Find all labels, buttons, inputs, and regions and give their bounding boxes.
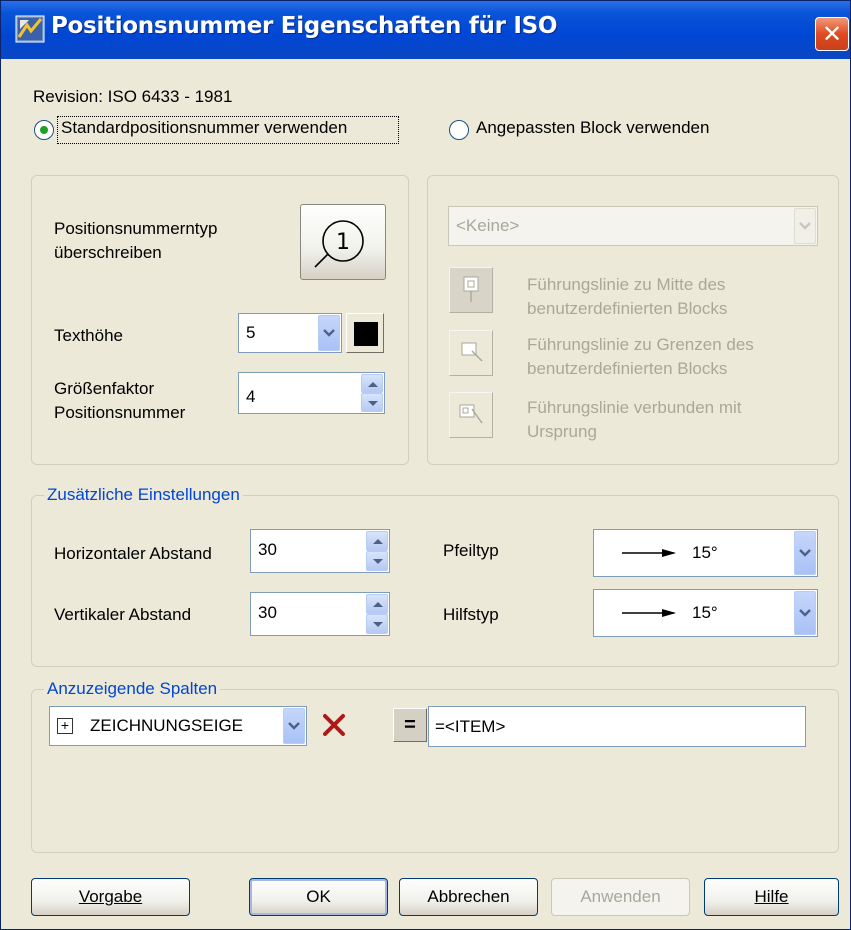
columns-legend: Anzuzeigende Spalten: [44, 679, 221, 699]
radio-custom-label[interactable]: Angepassten Block verwenden: [476, 118, 709, 138]
leader-bounds-icon: [461, 342, 483, 362]
leader-origin-button[interactable]: [449, 392, 493, 438]
spin-down-icon[interactable]: [366, 551, 388, 571]
ok-button[interactable]: OK: [249, 878, 388, 916]
scale-factor-value: 4: [246, 387, 256, 406]
horizontal-spacing-value: 30: [258, 540, 277, 559]
text-height-label: Texthöhe: [54, 326, 123, 345]
property-select[interactable]: + ZEICHNUNGSEIGE: [49, 706, 307, 746]
default-button[interactable]: Vorgabe: [31, 878, 190, 916]
app-icon: [15, 15, 45, 43]
scale-factor-label-line2: Positionsnummer: [54, 403, 186, 422]
window-title: Positionsnummer Eigenschaften für ISO: [51, 13, 558, 39]
chevron-down-icon[interactable]: [283, 708, 305, 744]
equals-icon: =: [404, 714, 416, 736]
scale-factor-input[interactable]: 4: [238, 372, 385, 414]
leader-origin-line2: Ursprung: [527, 422, 597, 441]
leader-origin-line1: Führungslinie verbunden mit: [527, 398, 742, 417]
leader-origin-icon: [459, 404, 483, 424]
radio-custom-block[interactable]: [449, 120, 469, 140]
spin-down-icon[interactable]: [366, 614, 388, 634]
aux-type-value: 15°: [692, 603, 718, 622]
horizontal-spacing-spinner[interactable]: [366, 531, 388, 571]
horizontal-spacing-label: Horizontaler Abstand: [54, 544, 212, 563]
custom-block-value: <Keine>: [456, 216, 520, 235]
default-button-label: Vorgabe: [78, 887, 143, 906]
arrow-type-label: Pfeiltyp: [443, 541, 499, 560]
chevron-down-icon[interactable]: [794, 531, 816, 575]
balloon-preview-number: 1: [336, 230, 350, 255]
leader-center-icon: [463, 276, 479, 302]
leader-center-line1: Führungslinie zu Mitte des: [527, 275, 726, 294]
override-type-label-line2: überschreiben: [54, 243, 162, 262]
override-type-label-line1: Positionsnummerntyp: [54, 219, 218, 238]
title-bar[interactable]: Positionsnummer Eigenschaften für ISO ✕: [1, 1, 850, 59]
color-swatch: [354, 322, 378, 346]
leader-center-button[interactable]: [449, 267, 493, 313]
cancel-button[interactable]: Abbrechen: [399, 878, 538, 916]
spin-up-icon[interactable]: [366, 531, 388, 551]
aux-type-select[interactable]: 15°: [593, 589, 818, 637]
expression-value: =<ITEM>: [435, 716, 506, 736]
arrow-type-select[interactable]: 15°: [593, 529, 818, 577]
horizontal-spacing-input[interactable]: 30: [250, 529, 390, 573]
expression-input[interactable]: =<ITEM>: [428, 706, 806, 747]
delete-icon: [323, 714, 345, 736]
vertical-spacing-input[interactable]: 30: [250, 592, 390, 636]
leader-bounds-line2: benutzerdefinierten Blocks: [527, 359, 728, 378]
vertical-spacing-value: 30: [258, 603, 277, 622]
dialog-window: Positionsnummer Eigenschaften für ISO ✕ …: [0, 0, 851, 930]
property-select-value: ZEICHNUNGSEIGE: [90, 716, 244, 735]
arrow-line-icon: [622, 549, 676, 557]
chevron-down-icon[interactable]: [318, 315, 340, 351]
additional-settings-group: [31, 495, 839, 667]
color-button[interactable]: [346, 313, 384, 353]
scale-factor-spinner[interactable]: [361, 374, 383, 412]
balloon-preview-icon: 1: [314, 220, 364, 268]
scale-factor-label-line1: Größenfaktor: [54, 379, 155, 398]
spin-down-icon[interactable]: [361, 393, 383, 412]
aux-type-label: Hilfstyp: [443, 605, 499, 624]
radio-standard-label[interactable]: Standardpositionsnummer verwenden: [61, 118, 347, 138]
revision-text: Revision: ISO 6433 - 1981: [33, 87, 233, 106]
spin-up-icon[interactable]: [361, 374, 383, 393]
ok-button-label: OK: [306, 887, 331, 906]
chevron-down-icon[interactable]: [794, 591, 816, 635]
additional-settings-legend: Zusätzliche Einstellungen: [44, 485, 243, 505]
tree-expand-icon[interactable]: +: [57, 718, 73, 734]
custom-block-select[interactable]: <Keine>: [448, 206, 818, 246]
radio-standard-balloon[interactable]: [34, 120, 54, 140]
arrow-line-icon: [622, 609, 676, 617]
text-height-select[interactable]: 5: [238, 313, 342, 353]
delete-column-button[interactable]: [317, 708, 351, 742]
equals-button[interactable]: =: [393, 708, 427, 742]
arrow-type-value: 15°: [692, 543, 718, 562]
close-icon: ✕: [821, 20, 843, 48]
leader-center-line2: benutzerdefinierten Blocks: [527, 299, 728, 318]
help-button-label: Hilfe: [754, 887, 789, 906]
balloon-type-button[interactable]: 1: [300, 204, 386, 280]
apply-button[interactable]: Anwenden: [551, 878, 690, 916]
help-button[interactable]: Hilfe: [704, 878, 839, 916]
cancel-button-label: Abbrechen: [427, 887, 510, 906]
close-button[interactable]: ✕: [815, 17, 849, 51]
leader-bounds-button[interactable]: [449, 330, 493, 376]
spin-up-icon[interactable]: [366, 594, 388, 614]
chevron-down-icon[interactable]: [794, 208, 816, 244]
leader-bounds-line1: Führungslinie zu Grenzen des: [527, 335, 754, 354]
vertical-spacing-label: Vertikaler Abstand: [54, 605, 192, 624]
apply-button-label: Anwenden: [580, 887, 661, 906]
vertical-spacing-spinner[interactable]: [366, 594, 388, 634]
text-height-value: 5: [246, 323, 256, 342]
